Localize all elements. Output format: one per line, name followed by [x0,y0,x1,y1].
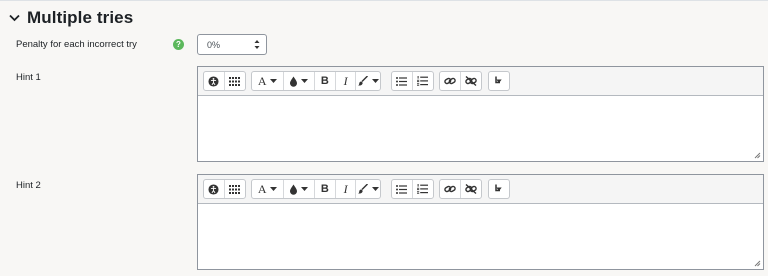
line-break-icon[interactable] [489,72,509,90]
hint2-toolbar: A B I [198,175,763,204]
bold-icon[interactable]: B [315,180,336,198]
hint1-label: Hint 1 [16,72,41,83]
paint-brush-icon[interactable] [356,72,380,90]
unlink-icon[interactable] [461,72,481,90]
unordered-list-icon[interactable] [392,180,413,198]
paint-brush-icon[interactable] [356,180,380,198]
chevron-down-icon[interactable] [8,12,20,24]
background-color-icon[interactable] [284,180,316,198]
accessibility-icon[interactable] [204,72,225,90]
toolbar-group-misc [488,71,510,91]
toolbar-group-links [439,179,482,199]
italic-icon[interactable]: I [336,72,357,90]
hint1-toolbar: A B I [198,67,763,96]
help-icon[interactable]: ? [173,39,184,50]
font-color-icon[interactable]: A [252,72,284,90]
accessibility-icon[interactable] [204,180,225,198]
top-divider [0,0,768,1]
bold-glyph: B [320,75,329,87]
unlink-icon[interactable] [461,180,481,198]
hint2-textarea[interactable] [198,203,763,269]
penalty-label: Penalty for each incorrect try [16,39,137,50]
penalty-select[interactable]: 0% [197,34,267,55]
line-break-icon[interactable] [489,180,509,198]
toolbar-group-format: A B I [251,179,381,199]
toolbar-group-lists [391,179,434,199]
section-title: Multiple tries [27,8,134,27]
link-icon[interactable] [440,180,461,198]
toolbar-group-format: A B I [251,71,381,91]
resize-handle-icon[interactable] [754,152,761,159]
ordered-list-icon[interactable] [413,180,433,198]
equation-grid-icon[interactable] [225,180,245,198]
toolbar-group-accessibility [203,179,246,199]
toolbar-group-links [439,71,482,91]
font-color-icon[interactable]: A [252,180,284,198]
background-color-icon[interactable] [284,72,316,90]
toolbar-group-lists [391,71,434,91]
hint2-editor: A B I [197,174,764,270]
hint2-label: Hint 2 [16,180,41,191]
font-color-glyph: A [257,181,267,196]
font-color-glyph: A [257,73,267,88]
hint1-textarea[interactable] [198,95,763,161]
italic-icon[interactable]: I [336,180,357,198]
unordered-list-icon[interactable] [392,72,413,90]
italic-glyph: I [343,181,348,196]
hint1-editor: A B I [197,66,764,162]
section-header-multiple-tries[interactable]: Multiple tries [8,6,133,30]
link-icon[interactable] [440,72,461,90]
select-arrows-icon [254,40,260,49]
resize-handle-icon[interactable] [754,260,761,267]
ordered-list-icon[interactable] [413,72,433,90]
toolbar-group-accessibility [203,71,246,91]
bold-icon[interactable]: B [315,72,336,90]
toolbar-group-misc [488,179,510,199]
penalty-select-value: 0% [207,39,221,50]
bold-glyph: B [320,183,329,195]
equation-grid-icon[interactable] [225,72,245,90]
italic-glyph: I [343,73,348,88]
